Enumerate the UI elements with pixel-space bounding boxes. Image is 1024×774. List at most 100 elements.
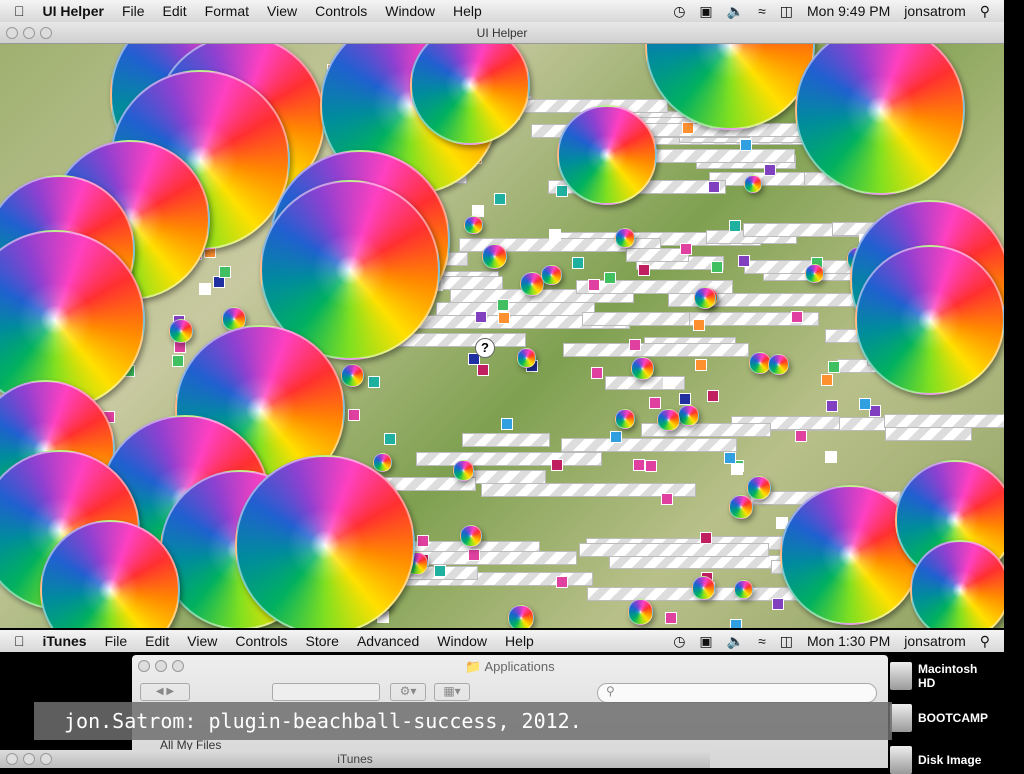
beachball-icon bbox=[235, 455, 415, 628]
beachball-small-icon bbox=[464, 215, 483, 235]
glitch-square bbox=[551, 459, 563, 472]
arrange-button[interactable]: ▦▾ bbox=[434, 683, 470, 701]
glitch-square bbox=[433, 564, 446, 577]
glitch-stripe bbox=[578, 542, 769, 557]
beachball-small-icon bbox=[508, 604, 535, 628]
glitch-square bbox=[729, 619, 742, 628]
menu-controls[interactable]: Controls bbox=[235, 633, 287, 649]
desktop-icon-label: BOOTCAMP bbox=[918, 711, 988, 725]
menu-file[interactable]: File bbox=[105, 633, 128, 649]
beachball-small-icon bbox=[541, 264, 562, 286]
beachball-small-icon bbox=[734, 580, 754, 599]
window-controls bbox=[6, 753, 52, 765]
beachball-small-icon bbox=[631, 357, 654, 380]
menu-view[interactable]: View bbox=[187, 633, 217, 649]
beachball-small-icon bbox=[516, 348, 536, 368]
wifi-icon[interactable]: ≈ bbox=[758, 3, 766, 19]
time-machine-icon[interactable]: ◷ bbox=[673, 3, 685, 20]
glitch-square bbox=[218, 265, 231, 278]
glitch-square bbox=[591, 366, 604, 379]
glitch-square bbox=[632, 458, 645, 471]
glitch-square bbox=[820, 374, 833, 387]
menu-file[interactable]: File bbox=[122, 3, 145, 19]
clock[interactable]: Mon 1:30 PM bbox=[807, 633, 890, 649]
hard-disk-icon bbox=[890, 662, 912, 690]
glitch-square bbox=[604, 271, 617, 284]
glitch-square bbox=[664, 612, 677, 625]
desktop-icon-bootcamp[interactable]: BOOTCAMP bbox=[890, 704, 988, 732]
menu-help[interactable]: Help bbox=[505, 633, 534, 649]
clock[interactable]: Mon 9:49 PM bbox=[807, 3, 890, 19]
menu-controls[interactable]: Controls bbox=[315, 3, 367, 19]
menu-format[interactable]: Format bbox=[205, 3, 249, 19]
glitch-square bbox=[417, 534, 430, 547]
volume-icon[interactable]: 🔈 bbox=[727, 3, 744, 20]
window-titlebar[interactable]: UI Helper bbox=[0, 22, 1004, 44]
glitch-square bbox=[497, 312, 510, 325]
glitch-square bbox=[501, 418, 514, 431]
glitch-square bbox=[772, 598, 785, 611]
back-forward-buttons[interactable]: ◀ ▶ bbox=[140, 683, 190, 701]
minimize-button[interactable] bbox=[155, 660, 167, 672]
glitch-square bbox=[572, 257, 585, 270]
app-menu[interactable]: UI Helper bbox=[43, 3, 104, 19]
minimize-button[interactable] bbox=[23, 753, 35, 765]
window-controls bbox=[6, 27, 52, 39]
close-button[interactable] bbox=[6, 753, 18, 765]
apple-icon[interactable]:  bbox=[14, 633, 25, 649]
glitch-stripe bbox=[884, 426, 973, 441]
user-menu[interactable]: jonsatrom bbox=[904, 3, 965, 19]
top-menubar:  UI Helper File Edit Format View Contro… bbox=[0, 0, 1004, 22]
close-button[interactable] bbox=[6, 27, 18, 39]
glitch-square bbox=[859, 397, 872, 410]
desktop-icon-macintosh-hd[interactable]: Macintosh HD bbox=[890, 662, 988, 690]
menu-edit[interactable]: Edit bbox=[163, 3, 187, 19]
close-button[interactable] bbox=[138, 660, 150, 672]
search-input[interactable]: ⚲ bbox=[597, 683, 877, 703]
action-gear-icon[interactable]: ⚙▾ bbox=[390, 683, 426, 701]
beachball-small-icon bbox=[481, 243, 508, 270]
spotlight-icon[interactable]: ⚲ bbox=[980, 3, 990, 20]
glitch-square bbox=[468, 548, 481, 561]
wifi-icon[interactable]: ≈ bbox=[758, 633, 766, 649]
itunes-window-titlebar[interactable]: iTunes bbox=[0, 750, 710, 768]
battery-icon[interactable]: ◫ bbox=[780, 633, 793, 650]
menu-window[interactable]: Window bbox=[385, 3, 435, 19]
glitch-stripe bbox=[435, 302, 595, 316]
app-menu[interactable]: iTunes bbox=[43, 633, 87, 649]
zoom-button[interactable] bbox=[172, 660, 184, 672]
glitch-square bbox=[347, 408, 360, 421]
volume-icon[interactable]: 🔈 bbox=[727, 633, 744, 650]
menu-edit[interactable]: Edit bbox=[145, 633, 169, 649]
menu-window[interactable]: Window bbox=[437, 633, 487, 649]
glitch-square bbox=[710, 260, 723, 273]
menu-advanced[interactable]: Advanced bbox=[357, 633, 419, 649]
zoom-button[interactable] bbox=[40, 753, 52, 765]
glitch-stripe bbox=[582, 312, 690, 327]
glitch-stripe bbox=[560, 438, 738, 453]
menu-store[interactable]: Store bbox=[306, 633, 339, 649]
beachball-small-icon bbox=[678, 405, 699, 426]
zoom-button[interactable] bbox=[40, 27, 52, 39]
glitch-square bbox=[679, 393, 692, 406]
glitch-stripe bbox=[609, 555, 792, 570]
beachball-icon bbox=[557, 105, 657, 205]
battery-icon[interactable]: ◫ bbox=[780, 3, 793, 20]
apple-icon[interactable]:  bbox=[14, 3, 25, 19]
menu-help[interactable]: Help bbox=[453, 3, 482, 19]
display-icon[interactable]: ▣ bbox=[699, 3, 712, 20]
glitch-square bbox=[724, 452, 737, 465]
menu-view[interactable]: View bbox=[267, 3, 297, 19]
glitch-square bbox=[475, 310, 488, 323]
spotlight-icon[interactable]: ⚲ bbox=[980, 633, 990, 650]
time-machine-icon[interactable]: ◷ bbox=[673, 633, 685, 650]
glitch-square bbox=[730, 463, 743, 476]
display-icon[interactable]: ▣ bbox=[699, 633, 712, 650]
view-buttons[interactable] bbox=[272, 683, 380, 701]
user-menu[interactable]: jonsatrom bbox=[904, 633, 965, 649]
glitch-square bbox=[649, 397, 662, 410]
desktop-icon-disk-image[interactable]: Disk Image bbox=[890, 746, 981, 774]
beachball-small-icon bbox=[729, 495, 753, 520]
minimize-button[interactable] bbox=[23, 27, 35, 39]
glitch-square bbox=[477, 363, 490, 376]
